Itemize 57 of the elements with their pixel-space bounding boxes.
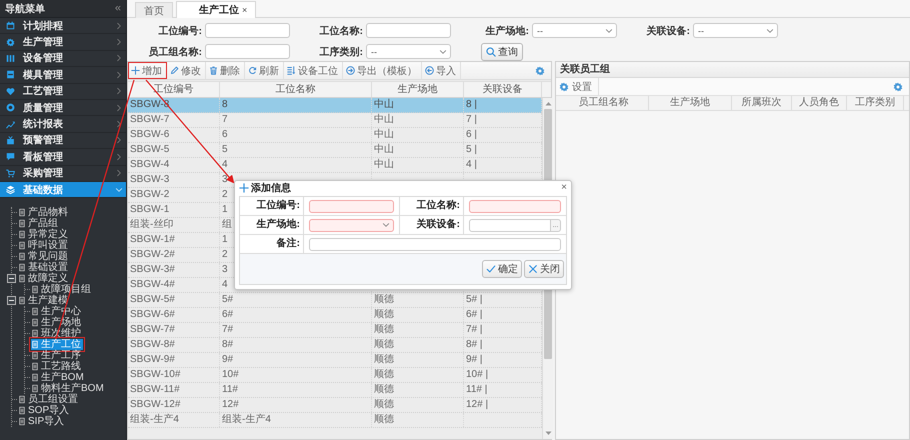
- table-cell: SBGW-6#: [128, 308, 220, 322]
- table-cell: 8: [220, 98, 372, 112]
- table-cell: 中山: [372, 128, 464, 142]
- table-cell: SBGW-3#: [128, 263, 220, 277]
- field-label: 工序类别:: [318, 45, 364, 58]
- table-cell: 顺德: [372, 308, 464, 322]
- table-cell: 7#: [220, 323, 372, 337]
- table-cell: 12#: [220, 398, 372, 412]
- table-cell: 11#: [220, 383, 372, 397]
- field-label: 工位编号:: [158, 24, 203, 38]
- table-cell: 顺德: [372, 368, 464, 382]
- table-cell: SBGW-11#: [128, 383, 220, 397]
- table-cell: SBGW-2#: [128, 248, 220, 262]
- table-cell: SBGW-1#: [128, 233, 220, 247]
- sidebar-title: 导航菜单: [5, 2, 45, 16]
- table-cell: 5: [220, 143, 372, 157]
- table-cell: SBGW-9#: [128, 353, 220, 367]
- table-cell: 6#: [220, 308, 372, 322]
- table-cell: 9#: [220, 353, 372, 367]
- table-cell: 中山: [372, 113, 464, 127]
- table-cell: 中山: [372, 158, 464, 172]
- table-cell: 顺德: [372, 398, 464, 412]
- table-cell: 10#: [220, 368, 372, 382]
- table-cell: 顺德: [372, 353, 464, 367]
- field-label: 工位名称:: [400, 197, 464, 215]
- field-label: 备注:: [240, 235, 304, 253]
- table-cell: SBGW-2: [128, 188, 220, 202]
- table-cell: 组装-生产4: [128, 413, 220, 427]
- table-cell: 中山: [372, 143, 464, 157]
- panel-title: 关联员工组: [556, 62, 909, 78]
- table-cell: 8#: [220, 338, 372, 352]
- table-cell: 6: [220, 128, 372, 142]
- field-label: 关联设备:: [400, 216, 464, 234]
- table-cell: SBGW-8#: [128, 338, 220, 352]
- field-label: 员工组名称:: [148, 46, 203, 58]
- table-cell: 7: [220, 113, 372, 127]
- table-cell: SBGW-5#: [128, 293, 220, 307]
- table-cell: 顺德: [372, 413, 464, 427]
- table-cell: SBGW-4#: [128, 278, 220, 292]
- table-cell: SBGW-10#: [128, 368, 220, 382]
- field-label: 生产场地:: [484, 24, 530, 38]
- table-cell: 组装-生产4: [220, 413, 372, 427]
- table-cell: 组装-丝印: [128, 218, 220, 232]
- field-label: 关联设备:: [646, 24, 691, 38]
- table-cell: 顺德: [372, 323, 464, 337]
- table-cell: 顺德: [372, 338, 464, 352]
- table-cell: 顺德: [372, 383, 464, 397]
- field-label: 工位名称:: [318, 24, 364, 38]
- table-cell: SBGW-7#: [128, 323, 220, 337]
- field-label: 工位编号:: [240, 197, 304, 215]
- table-cell: SBGW-12#: [128, 398, 220, 412]
- table-cell: 中山: [372, 98, 464, 112]
- field-label: 生产场地:: [240, 216, 304, 234]
- table-cell: 5#: [220, 293, 372, 307]
- table-cell: SBGW-3: [128, 173, 220, 187]
- table-cell: SBGW-1: [128, 203, 220, 217]
- table-cell: 顺德: [372, 293, 464, 307]
